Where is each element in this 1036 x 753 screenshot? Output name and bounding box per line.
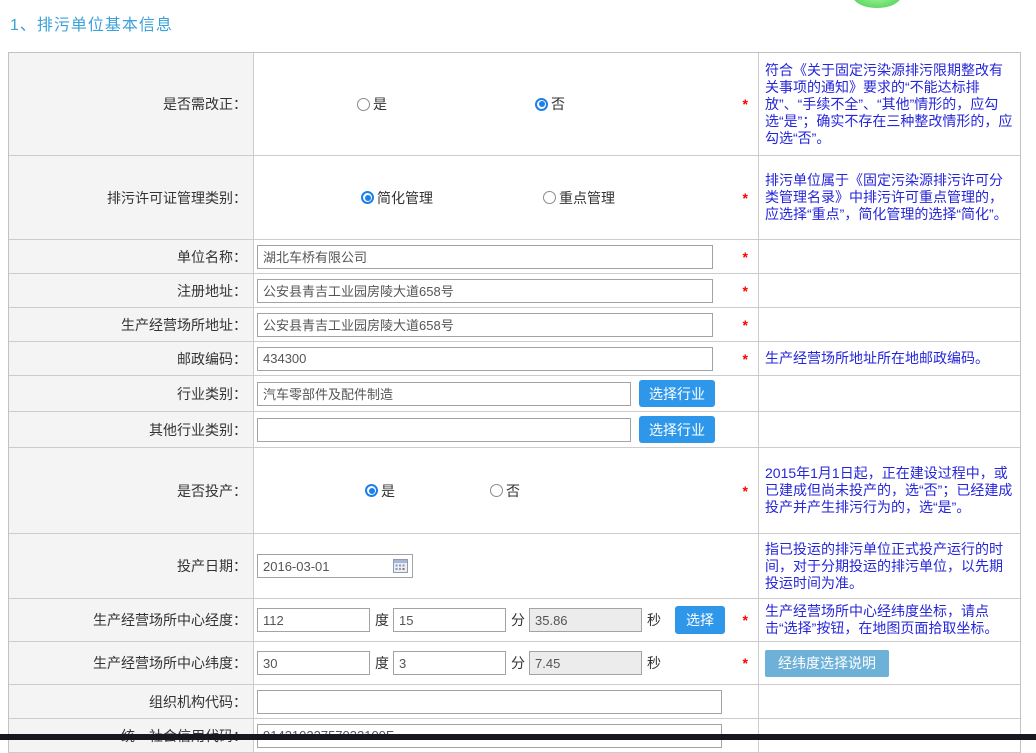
row-latitude: 生产经营场所中心纬度： 度 分 秒 * 经纬度选择说明 — [9, 642, 1020, 685]
field-label: 其他行业类别： — [9, 412, 254, 447]
unit-name-input[interactable] — [257, 245, 713, 269]
row-other-industry: 其他行业类别： 选择行业 — [9, 412, 1020, 448]
field-label: 投产日期： — [9, 534, 254, 598]
need-correction-radio-yes[interactable]: 是 — [357, 94, 387, 114]
radio-checked-icon[interactable] — [361, 191, 374, 204]
row-longitude: 生产经营场所中心经度： 度 分 秒 选择 * 生产经营场所中心经纬度坐标，请点击… — [9, 599, 1020, 642]
latitude-second-input[interactable] — [529, 651, 642, 675]
row-mgmt-category: 排污许可证管理类别： 简化管理 重点管理 * 排污单位属于《固定污染源排污许可分… — [9, 156, 1020, 240]
hint-text: 符合《关于固定污染源排污限期整改有关事项的通知》要求的“不能达标排放”、“手续不… — [758, 53, 1020, 155]
longitude-minute-input[interactable] — [393, 608, 506, 632]
page-title: 1、排污单位基本信息 — [10, 11, 173, 35]
required-asterisk: * — [743, 283, 748, 299]
in-production-radio-no[interactable]: 否 — [490, 481, 520, 501]
required-asterisk: * — [743, 483, 748, 499]
row-site-address: 生产经营场所地址： * — [9, 308, 1020, 342]
pick-coordinates-button[interactable]: 选择 — [675, 606, 725, 634]
latlng-help-button[interactable]: 经纬度选择说明 — [765, 650, 889, 677]
mgmt-radio-simplified[interactable]: 简化管理 — [361, 188, 433, 208]
need-correction-radio-no[interactable]: 否 — [535, 94, 565, 114]
field-label: 生产经营场所中心经度： — [9, 599, 254, 641]
second-unit-label: 秒 — [647, 653, 661, 673]
row-in-production: 是否投产： 是 否 * 2015年1月1日起，正在建设过程中，或已建成但尚未投产… — [9, 448, 1020, 534]
basic-info-form-table: 是否需改正： 是 否 * 符合《关于固定污染源排污限期整改有关事项的通知》要求的… — [8, 52, 1021, 753]
field-label: 生产经营场所中心纬度： — [9, 642, 254, 684]
bottom-dark-bar — [0, 734, 1036, 740]
production-date-input[interactable] — [257, 554, 413, 578]
required-asterisk: * — [743, 317, 748, 333]
select-other-industry-button[interactable]: 选择行业 — [639, 416, 715, 443]
second-unit-label: 秒 — [647, 610, 661, 630]
required-asterisk: * — [743, 249, 748, 265]
row-postal-code: 邮政编码： * 生产经营场所地址所在地邮政编码。 — [9, 342, 1020, 376]
org-code-input[interactable] — [257, 690, 722, 714]
field-label: 单位名称： — [9, 240, 254, 273]
select-industry-button[interactable]: 选择行业 — [639, 380, 715, 407]
row-need-correction: 是否需改正： 是 否 * 符合《关于固定污染源排污限期整改有关事项的通知》要求的… — [9, 53, 1020, 156]
hint-text: 排污单位属于《固定污染源排污许可分类管理名录》中排污许可重点管理的，应选择“重点… — [758, 156, 1020, 239]
longitude-second-input[interactable] — [529, 608, 642, 632]
field-label: 注册地址： — [9, 274, 254, 307]
row-industry: 行业类别： 选择行业 — [9, 376, 1020, 412]
hint-text: 生产经营场所中心经纬度坐标，请点击“选择”按钮，在地图页面拾取坐标。 — [758, 599, 1020, 641]
degree-unit-label: 度 — [375, 610, 389, 630]
industry-input[interactable] — [257, 382, 631, 406]
field-label: 邮政编码： — [9, 342, 254, 375]
degree-unit-label: 度 — [375, 653, 389, 673]
reg-address-input[interactable] — [257, 279, 713, 303]
hint-text — [758, 685, 1020, 718]
radio-icon[interactable] — [490, 484, 503, 497]
field-label: 是否投产： — [9, 448, 254, 533]
field-label: 生产经营场所地址： — [9, 308, 254, 341]
radio-icon[interactable] — [357, 98, 370, 111]
green-ellipse-decoration — [853, 0, 901, 8]
required-asterisk: * — [743, 655, 748, 671]
required-asterisk: * — [743, 190, 748, 206]
row-unit-name: 单位名称： * — [9, 240, 1020, 274]
other-industry-input[interactable] — [257, 418, 631, 442]
hint-text — [758, 412, 1020, 447]
field-label: 排污许可证管理类别： — [9, 156, 254, 239]
site-address-input[interactable] — [257, 313, 713, 337]
minute-unit-label: 分 — [511, 610, 525, 630]
latitude-minute-input[interactable] — [393, 651, 506, 675]
hint-text — [758, 308, 1020, 341]
latitude-degree-input[interactable] — [257, 651, 370, 675]
field-label: 是否需改正： — [9, 53, 254, 155]
row-org-code: 组织机构代码： — [9, 685, 1020, 719]
hint-text: 指已投运的排污单位正式投产运行的时间，对于分期投运的排污单位，以先期投运时间为准… — [758, 534, 1020, 598]
hint-text — [758, 274, 1020, 307]
required-asterisk: * — [743, 96, 748, 112]
hint-text: 2015年1月1日起，正在建设过程中，或已建成但尚未投产的，选“否”；已经建成投… — [758, 448, 1020, 533]
required-asterisk: * — [743, 351, 748, 367]
radio-icon[interactable] — [543, 191, 556, 204]
radio-checked-icon[interactable] — [365, 484, 378, 497]
minute-unit-label: 分 — [511, 653, 525, 673]
row-reg-address: 注册地址： * — [9, 274, 1020, 308]
row-production-date: 投产日期： 指已投运的排污单位正式投产运行的时间，对于分期投运的排污单位，以先期… — [9, 534, 1020, 599]
hint-text — [758, 240, 1020, 273]
longitude-degree-input[interactable] — [257, 608, 370, 632]
required-asterisk: * — [743, 612, 748, 628]
mgmt-radio-key[interactable]: 重点管理 — [543, 188, 615, 208]
hint-text: 生产经营场所地址所在地邮政编码。 — [758, 342, 1020, 375]
radio-checked-icon[interactable] — [535, 98, 548, 111]
field-label: 行业类别： — [9, 376, 254, 411]
calendar-icon[interactable] — [393, 559, 408, 573]
in-production-radio-yes[interactable]: 是 — [365, 481, 395, 501]
postal-code-input[interactable] — [257, 347, 713, 371]
field-label: 组织机构代码： — [9, 685, 254, 718]
hint-text — [758, 376, 1020, 411]
